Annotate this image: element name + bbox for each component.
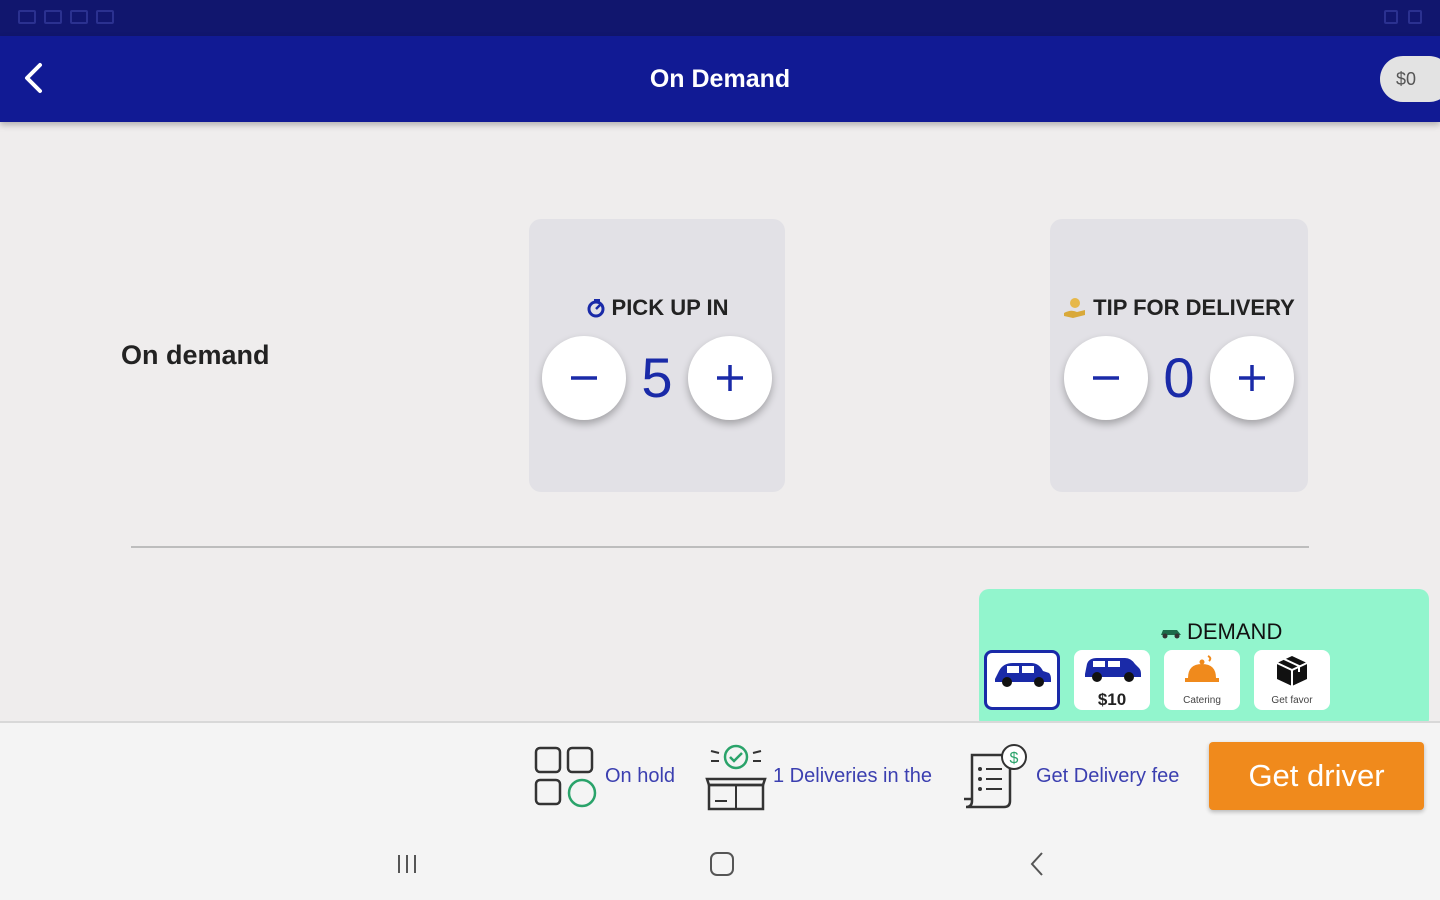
on-hold-label: On hold	[605, 765, 676, 787]
get-driver-button[interactable]: Get driver	[1209, 742, 1424, 810]
status-right-icons	[1384, 10, 1422, 24]
demand-option-label: Catering	[1183, 695, 1221, 706]
timer-icon	[587, 299, 605, 318]
recent-apps-button[interactable]	[387, 846, 427, 882]
hand-coin-icon	[1064, 298, 1086, 318]
demand-option-label: Get favor	[1271, 695, 1313, 706]
tip-title-text: TIP FOR DELIVERY	[1093, 295, 1295, 320]
wifi-icon	[1384, 10, 1398, 24]
notification-icon	[96, 10, 114, 24]
demand-title: DEMAND	[1159, 619, 1282, 645]
tip-title: TIP FOR DELIVERY	[1050, 295, 1308, 321]
app-bar: On Demand $0	[0, 36, 1440, 122]
balance-badge[interactable]: $0	[1380, 56, 1440, 102]
suv-icon	[1085, 658, 1141, 682]
catering-icon	[1185, 655, 1219, 682]
minus-icon	[571, 376, 597, 380]
delivery-fee-button[interactable]: $ Get Delivery fee	[962, 723, 1179, 830]
notification-icon	[70, 10, 88, 24]
pickup-stepper: 5	[529, 336, 785, 420]
svg-text:$: $	[1010, 750, 1019, 767]
notification-icon	[18, 10, 36, 24]
row-label: On demand	[121, 340, 270, 370]
pickup-decrement-button[interactable]	[542, 336, 626, 420]
demand-option-price: $10	[1097, 690, 1127, 709]
pickup-value: 5	[641, 346, 673, 409]
demand-option-suv[interactable]: $10	[1074, 650, 1150, 710]
pickup-title-text: PICK UP IN	[611, 295, 729, 320]
notification-icon	[44, 10, 62, 24]
demand-option-car[interactable]	[984, 650, 1060, 710]
demand-panel: DEMAND $10 Catering Get favor	[979, 589, 1429, 729]
system-nav-bar	[0, 828, 1440, 900]
pickup-card: PICK UP IN 5	[529, 219, 785, 492]
chevron-left-icon	[1030, 852, 1043, 876]
plus-icon	[717, 365, 743, 391]
tip-value: 0	[1163, 346, 1195, 409]
home-button[interactable]	[702, 846, 742, 882]
car-small-icon	[1161, 630, 1181, 639]
deliveries-label: 1 Deliveries in the	[773, 765, 932, 787]
status-icons	[18, 10, 114, 24]
tip-stepper: 0	[1050, 336, 1308, 420]
home-icon	[710, 852, 734, 876]
car-icon	[995, 663, 1051, 687]
deliveries-button[interactable]: 1 Deliveries in the	[705, 723, 932, 830]
demand-option-catering[interactable]: Catering	[1164, 650, 1240, 710]
status-bar	[0, 0, 1440, 36]
tip-increment-button[interactable]	[1210, 336, 1294, 420]
delivery-box-icon	[705, 744, 767, 810]
recent-apps-icon	[398, 855, 416, 873]
battery-icon	[1408, 10, 1422, 24]
invoice-icon: $	[964, 743, 1027, 808]
demand-options: $10 Catering Get favor	[984, 650, 1330, 710]
demand-option-favor[interactable]: Get favor	[1254, 650, 1330, 710]
system-back-button[interactable]	[1017, 846, 1057, 882]
pickup-title: PICK UP IN	[529, 295, 785, 321]
bottom-action-bar: On hold 1 Deliveries in the $ Get Delive…	[0, 721, 1440, 828]
minus-icon	[1093, 376, 1119, 380]
tip-decrement-button[interactable]	[1064, 336, 1148, 420]
pickup-increment-button[interactable]	[688, 336, 772, 420]
tip-card: TIP FOR DELIVERY 0	[1050, 219, 1308, 492]
delivery-fee-label: Get Delivery fee	[1036, 765, 1180, 787]
section-divider	[131, 546, 1309, 548]
demand-title-text: DEMAND	[1187, 619, 1283, 644]
on-hold-button[interactable]: On hold	[533, 723, 675, 830]
box-icon	[1276, 656, 1308, 686]
page-title: On Demand	[649, 65, 791, 93]
grid-icon	[534, 746, 597, 807]
plus-icon	[1239, 365, 1265, 391]
